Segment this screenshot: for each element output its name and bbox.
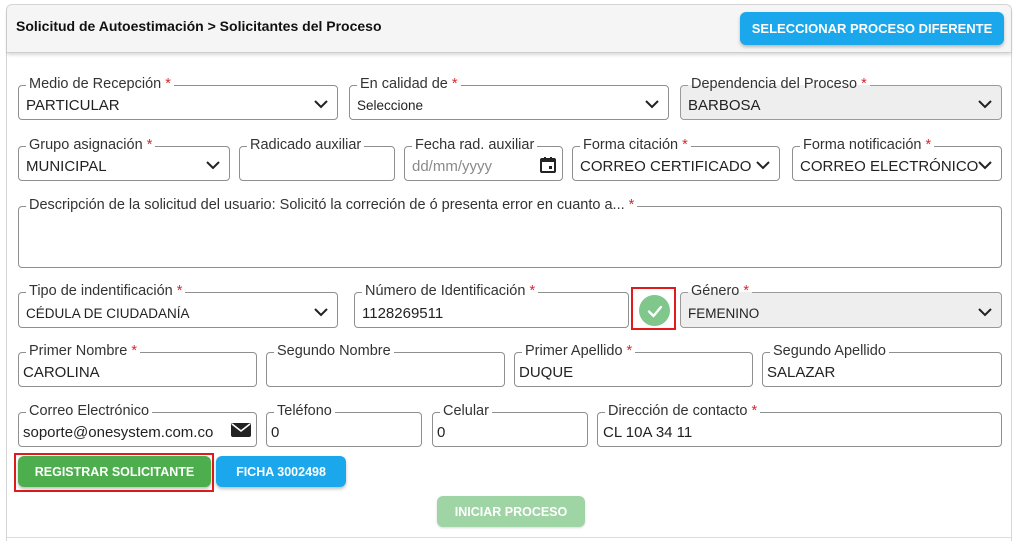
- chevron-down-icon: [756, 161, 770, 170]
- field-label: Correo Electrónico: [29, 403, 150, 419]
- genero-select[interactable]: Género * FEMENINO: [680, 282, 1002, 328]
- field-value: soporte@onesystem.com.co: [23, 424, 214, 441]
- field-value: PARTICULAR: [26, 97, 120, 114]
- main-panel: Solicitud de Autoestimación > Solicitant…: [6, 4, 1012, 541]
- field-label: En calidad de: [360, 76, 448, 92]
- field-value: CORREO CERTIFICADO: [580, 158, 752, 175]
- required-mark: *: [861, 76, 867, 92]
- fecha-rad-auxiliar-input[interactable]: Fecha rad. auxiliar dd/mm/yyyy: [404, 136, 563, 181]
- select-other-process-button[interactable]: SELECCIONAR PROCESO DIFERENTE: [740, 12, 1004, 45]
- panel-header: Solicitud de Autoestimación > Solicitant…: [7, 5, 1011, 53]
- registrar-solicitante-button[interactable]: REGISTRAR SOLICITANTE: [18, 456, 211, 487]
- dependencia-proceso-select[interactable]: Dependencia del Proceso * BARBOSA: [680, 75, 1002, 120]
- verify-highlight: [631, 287, 676, 330]
- field-value: CAROLINA: [23, 364, 100, 381]
- verify-id-button[interactable]: [639, 295, 670, 326]
- field-value: 1128269511: [362, 305, 444, 322]
- radicado-auxiliar-input[interactable]: Radicado auxiliar: [239, 136, 395, 181]
- field-label: Celular: [443, 403, 489, 419]
- field-label: Dirección de contacto: [608, 403, 748, 419]
- correo-electronico-input[interactable]: Correo Electrónico soporte@onesystem.com…: [18, 402, 257, 447]
- field-value: CÉDULA DE CIUDADANÍA: [26, 306, 190, 321]
- breadcrumb: Solicitud de Autoestimación > Solicitant…: [16, 18, 382, 34]
- forma-citacion-select[interactable]: Forma citación * CORREO CERTIFICADO: [572, 136, 780, 181]
- field-label: Dependencia del Proceso: [691, 76, 858, 92]
- required-mark: *: [131, 343, 137, 359]
- chevron-down-icon: [978, 100, 992, 109]
- iniciar-proceso-button[interactable]: INICIAR PROCESO: [437, 496, 585, 527]
- field-value: BARBOSA: [688, 97, 761, 114]
- field-placeholder: dd/mm/yyyy: [412, 158, 493, 175]
- grupo-asignacion-select[interactable]: Grupo asignación * MUNICIPAL: [18, 136, 230, 181]
- required-mark: *: [751, 403, 758, 419]
- field-label: Primer Nombre: [29, 343, 128, 359]
- chevron-down-icon: [314, 308, 328, 317]
- segundo-nombre-input[interactable]: Segundo Nombre: [266, 342, 505, 387]
- field-value: MUNICIPAL: [26, 158, 107, 175]
- direccion-contacto-input[interactable]: Dirección de contacto * CL 10A 34 11: [597, 402, 1002, 447]
- check-circle-icon: [647, 305, 662, 317]
- numero-identificacion-input[interactable]: Número de Identificación * 1128269511: [354, 282, 629, 328]
- chevron-down-icon: [978, 308, 992, 317]
- required-mark: *: [451, 76, 458, 92]
- field-value: FEMENINO: [688, 306, 760, 321]
- field-label: Fecha rad. auxiliar: [415, 137, 535, 153]
- forma-notificacion-select[interactable]: Forma notificación * CORREO ELECTRÓNICO: [792, 136, 1002, 181]
- field-label: Grupo asignación: [29, 137, 143, 153]
- required-mark: *: [628, 197, 635, 213]
- required-mark: *: [925, 137, 932, 153]
- field-value: DUQUE: [519, 364, 574, 381]
- field-label: Tipo de indentificación: [29, 283, 173, 299]
- tipo-identificacion-select[interactable]: Tipo de indentificación * CÉDULA DE CIUD…: [18, 282, 338, 328]
- chevron-down-icon: [645, 100, 659, 109]
- field-label: Segundo Apellido: [773, 343, 886, 359]
- required-mark: *: [529, 283, 536, 299]
- descripcion-textarea[interactable]: Descripción de la solicitud del usuario:…: [18, 196, 1002, 268]
- divider: [7, 537, 1011, 538]
- field-value: SALAZAR: [767, 364, 836, 381]
- segundo-apellido-input[interactable]: Segundo Apellido SALAZAR: [762, 342, 1002, 387]
- primer-apellido-input[interactable]: Primer Apellido * DUQUE: [514, 342, 753, 387]
- field-label: Descripción de la solicitud del usuario:…: [29, 197, 625, 213]
- field-label: Segundo Nombre: [277, 343, 391, 359]
- envelope-icon: [231, 423, 251, 437]
- field-label: Número de Identificación: [365, 283, 526, 299]
- required-mark: *: [626, 343, 633, 359]
- en-calidad-de-select[interactable]: En calidad de * Seleccione: [349, 75, 669, 120]
- field-label: Radicado auxiliar: [250, 137, 362, 153]
- field-label: Forma citación: [583, 137, 679, 153]
- chevron-down-icon: [978, 161, 992, 170]
- field-label: Teléfono: [277, 403, 332, 419]
- field-value: 0: [271, 424, 280, 441]
- field-label: Forma notificación: [803, 137, 922, 153]
- required-mark: *: [165, 76, 171, 92]
- medio-recepcion-select[interactable]: Medio de Recepción * PARTICULAR: [18, 75, 338, 120]
- field-value: 0: [437, 424, 446, 441]
- field-label: Primer Apellido: [525, 343, 623, 359]
- required-mark: *: [146, 137, 153, 153]
- telefono-input[interactable]: Teléfono 0: [266, 402, 422, 447]
- field-value: CORREO ELECTRÓNICO: [800, 158, 979, 175]
- calendar-icon[interactable]: [539, 156, 557, 174]
- required-mark: *: [176, 283, 183, 299]
- celular-input[interactable]: Celular 0: [432, 402, 588, 447]
- field-value: CL 10A 34 11: [603, 424, 693, 441]
- ficha-button[interactable]: FICHA 3002498: [216, 456, 346, 487]
- required-mark: *: [743, 283, 750, 299]
- field-value: Seleccione: [357, 98, 424, 113]
- primer-nombre-input[interactable]: Primer Nombre * CAROLINA: [18, 342, 257, 387]
- chevron-down-icon: [314, 100, 328, 109]
- field-label: Medio de Recepción: [29, 76, 162, 92]
- required-mark: *: [682, 137, 688, 153]
- field-label: Género: [691, 283, 740, 299]
- chevron-down-icon: [206, 161, 220, 170]
